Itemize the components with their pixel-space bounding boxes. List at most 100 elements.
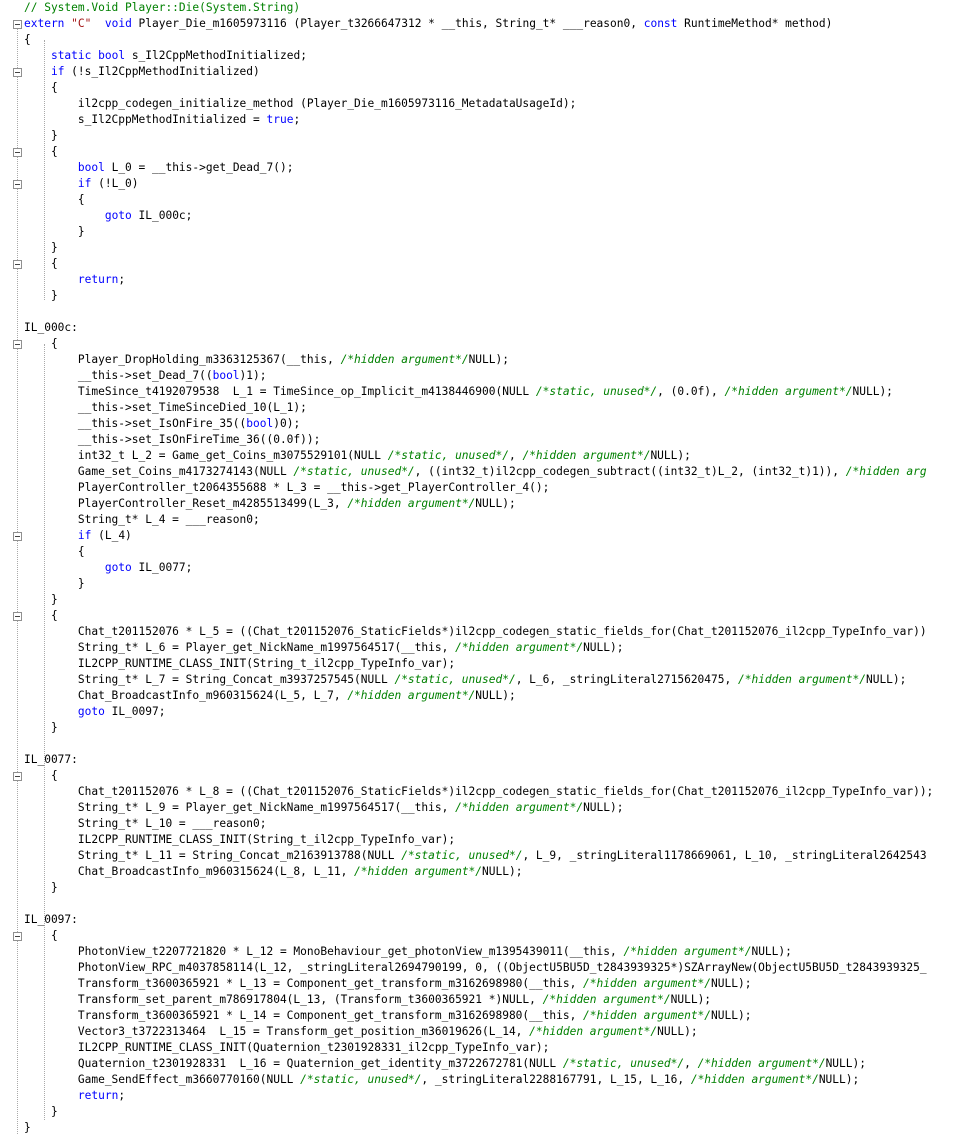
code-line: { <box>24 80 58 96</box>
code-token: Game_set_Coins_m4173274143(NULL <box>24 465 294 478</box>
code-token: s_Il2CppMethodInitialized; <box>125 49 307 62</box>
code-line: Transform_t3600365921 * L_14 = Component… <box>24 1008 752 1024</box>
comment-token: /*hidden argument*/ <box>583 1009 712 1022</box>
comment-token: /*static, unused*/ <box>387 449 509 462</box>
collapse-toggle-icon[interactable] <box>13 532 22 541</box>
collapse-toggle-icon[interactable] <box>13 68 22 77</box>
keyword-token: goto <box>77 705 105 718</box>
keyword-token: goto <box>104 561 132 574</box>
code-token: NULL); <box>818 1073 860 1086</box>
code-line: { <box>24 256 58 272</box>
code-token: (L_4) <box>91 529 132 542</box>
code-line: String_t* L_11 = String_Concat_m21639137… <box>24 848 927 864</box>
collapse-toggle-icon[interactable] <box>13 932 22 941</box>
code-token: String_t* L_11 = String_Concat_m21639137… <box>24 849 402 862</box>
code-token: s_Il2CppMethodInitialized = <box>24 113 267 126</box>
comment-token: /*hidden argument*/ <box>542 993 671 1006</box>
code-token: , (0.0f), <box>657 385 725 398</box>
code-token: int32_t L_2 = Game_get_Coins_m3075529101… <box>24 449 388 462</box>
code-token: Player_DropHolding_m3363125367(__this, <box>24 353 341 366</box>
code-line: String_t* L_10 = ___reason0; <box>24 816 267 832</box>
comment-token: /*hidden argument*/ <box>690 1073 819 1086</box>
code-line: { <box>24 768 58 784</box>
code-line: Quaternion_t2301928331 L_16 = Quaternion… <box>24 1056 866 1072</box>
code-token: NULL); <box>482 865 523 878</box>
code-token: } <box>24 721 58 734</box>
code-line: goto IL_0077; <box>24 560 193 576</box>
code-token: } <box>24 129 58 142</box>
code-token: (!L_0) <box>91 177 139 190</box>
code-line: IL_0077: <box>24 752 78 768</box>
code-line: Chat_BroadcastInfo_m960315624(L_8, L_11,… <box>24 864 523 880</box>
code-editor[interactable]: // System.Void Player::Die(System.String… <box>0 0 959 1137</box>
collapse-toggle-icon[interactable] <box>13 20 22 29</box>
comment-token: /*hidden argument*/ <box>522 449 651 462</box>
code-line: s_Il2CppMethodInitialized = true; <box>24 112 300 128</box>
collapse-toggle-icon[interactable] <box>13 612 22 621</box>
code-line: __this->set_TimeSinceDied_10(L_1); <box>24 400 307 416</box>
code-line: { <box>24 32 31 48</box>
code-token: NULL); <box>711 977 752 990</box>
comment-token: /*static, unused*/ <box>562 1057 685 1070</box>
code-line: return; <box>24 1088 125 1104</box>
code-token: NULL); <box>852 385 893 398</box>
code-token: NULL); <box>475 689 516 702</box>
code-line: } <box>24 128 58 144</box>
code-token: , <box>508 449 523 462</box>
keyword-token: void <box>104 17 132 30</box>
code-token: { <box>24 545 85 558</box>
code-token: __this->set_Dead_7(( <box>24 369 213 382</box>
keyword-token: if <box>77 529 92 542</box>
collapse-toggle-icon[interactable] <box>13 148 22 157</box>
code-token: PhotonView_RPC_m4037858114(L_12, _string… <box>24 961 927 974</box>
code-line: Chat_BroadcastInfo_m960315624(L_5, L_7, … <box>24 688 516 704</box>
code-line: Transform_t3600365921 * L_13 = Component… <box>24 976 752 992</box>
code-token: String_t* L_4 = ___reason0; <box>24 513 260 526</box>
code-token: } <box>24 289 58 302</box>
code-token: il2cpp_codegen_initialize_method (Player… <box>24 97 577 110</box>
keyword-token: static <box>50 49 92 62</box>
comment-token: /*static, unused*/ <box>394 673 516 686</box>
comment-token: /*hidden argument*/ <box>354 865 483 878</box>
code-line: Vector3_t3722313464 L_15 = Transform_get… <box>24 1024 698 1040</box>
comment-token: /*hidden arg <box>845 465 927 478</box>
code-token: __this->set_IsOnFireTime_36((0.0f)); <box>24 433 321 446</box>
comment-token: /*hidden argument*/ <box>347 497 476 510</box>
comment-token: /*hidden argument*/ <box>455 801 584 814</box>
collapse-toggle-icon[interactable] <box>13 772 22 781</box>
code-token: , L_9, _stringLiteral1178669061, L_10, _… <box>522 849 927 862</box>
code-line: Chat_t201152076 * L_8 = ((Chat_t20115207… <box>24 784 933 800</box>
code-token: String_t* L_6 = Player_get_NickName_m199… <box>24 641 456 654</box>
code-line: { <box>24 608 58 624</box>
code-line: { <box>24 336 58 352</box>
code-line: if (!L_0) <box>24 176 139 192</box>
collapse-toggle-icon[interactable] <box>13 260 22 269</box>
code-line: PhotonView_t2207721820 * L_12 = MonoBeha… <box>24 944 792 960</box>
code-token: Chat_t201152076 * L_5 = ((Chat_t20115207… <box>24 625 927 638</box>
code-token: Transform_set_parent_m786917804(L_13, (T… <box>24 993 543 1006</box>
code-token: NULL); <box>657 1025 698 1038</box>
code-token: IL_000c: <box>24 321 78 334</box>
keyword-token: return <box>77 1089 119 1102</box>
collapse-toggle-icon[interactable] <box>13 180 22 189</box>
code-token: NULL); <box>468 353 509 366</box>
keyword-token: if <box>77 177 92 190</box>
code-line: } <box>24 592 58 608</box>
code-line: } <box>24 720 58 736</box>
code-line: int32_t L_2 = Game_get_Coins_m3075529101… <box>24 448 691 464</box>
comment-token: /*hidden argument*/ <box>697 1057 826 1070</box>
comment-token: /*static, unused*/ <box>293 465 415 478</box>
code-line: PlayerController_Reset_m4285513499(L_3, … <box>24 496 516 512</box>
code-token: L_0 = __this->get_Dead_7(); <box>104 161 294 174</box>
code-line: String_t* L_7 = String_Concat_m393725754… <box>24 672 907 688</box>
code-token: TimeSince_t4192079538 L_1 = TimeSince_op… <box>24 385 536 398</box>
comment-token: /*hidden argument*/ <box>724 385 853 398</box>
collapse-toggle-icon[interactable] <box>13 340 22 349</box>
keyword-token: bool <box>246 417 274 430</box>
code-token: IL_0077: <box>24 753 78 766</box>
code-token: PhotonView_t2207721820 * L_12 = MonoBeha… <box>24 945 624 958</box>
code-line: String_t* L_4 = ___reason0; <box>24 512 260 528</box>
